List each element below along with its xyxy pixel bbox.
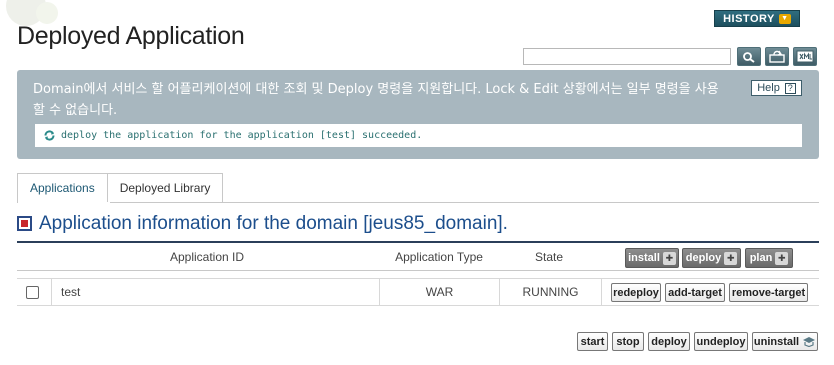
search-button[interactable] [737,47,761,66]
search-icon [743,51,755,63]
deploy-button[interactable]: deploy [648,332,690,351]
plan-button[interactable]: plan ✚ [745,248,793,268]
uninstall-label: uninstall [753,335,800,348]
plan-icon: ✚ [775,251,789,265]
history-button[interactable]: HISTORY ▼ [714,10,800,27]
status-message: deploy the application for the applicati… [61,130,423,141]
cell-state: RUNNING [499,279,601,305]
uninstall-icon [803,337,816,347]
cell-application-id: test [51,279,379,305]
question-icon: ? [784,82,796,94]
install-button[interactable]: install ✚ [625,248,679,268]
uninstall-button[interactable]: uninstall [752,332,818,351]
page-title: Deployed Application [17,22,245,50]
status-message-bar: deploy the application for the applicati… [35,124,802,147]
refresh-success-icon [44,130,55,141]
deploy-all-button[interactable]: deploy ✚ [682,248,741,268]
stop-button[interactable]: stop [612,332,644,351]
tab-bar: Applications Deployed Library [17,173,224,203]
column-header-state: State [534,250,564,264]
refresh-icon [769,50,785,63]
add-target-button[interactable]: add-target [665,283,725,302]
xml-export-icon [796,50,814,63]
tab-deployed-library[interactable]: Deployed Library [107,173,224,203]
tab-active-gap [18,202,110,203]
help-button[interactable]: Help ? [751,80,802,96]
info-description: Domain에서 서비스 할 어플리케이션에 대한 조회 및 Deploy 명령… [33,82,719,118]
column-header-application-id: Application ID [169,250,245,264]
row-checkbox[interactable] [26,285,39,299]
history-label: HISTORY [723,12,775,25]
install-label: install [628,252,660,264]
section-title: Application information for the domain [… [39,213,508,234]
remove-target-button[interactable]: remove-target [729,283,808,302]
xml-export-button[interactable] [793,47,817,66]
help-label: Help [757,82,780,94]
row-checkbox-cell [26,279,46,305]
section-marker-icon [17,216,32,231]
install-icon: ✚ [662,251,676,265]
tab-applications[interactable]: Applications [17,173,108,203]
start-button[interactable]: start [577,332,608,351]
undeploy-button[interactable]: undeploy [694,332,748,351]
deploy-icon: ✚ [724,251,738,265]
tab-divider [17,202,819,203]
column-header-application-type: Application Type [395,250,483,264]
info-panel: Domain에서 서비스 할 어플리케이션에 대한 조회 및 Deploy 명령… [17,70,819,159]
plan-label: plan [749,252,773,264]
cell-application-type: WAR [379,279,499,305]
refresh-button[interactable] [765,47,789,66]
search-input[interactable] [523,48,731,65]
redeploy-button[interactable]: redeploy [611,283,661,302]
chevron-down-icon: ▼ [778,13,791,24]
deploy-label: deploy [685,252,722,264]
